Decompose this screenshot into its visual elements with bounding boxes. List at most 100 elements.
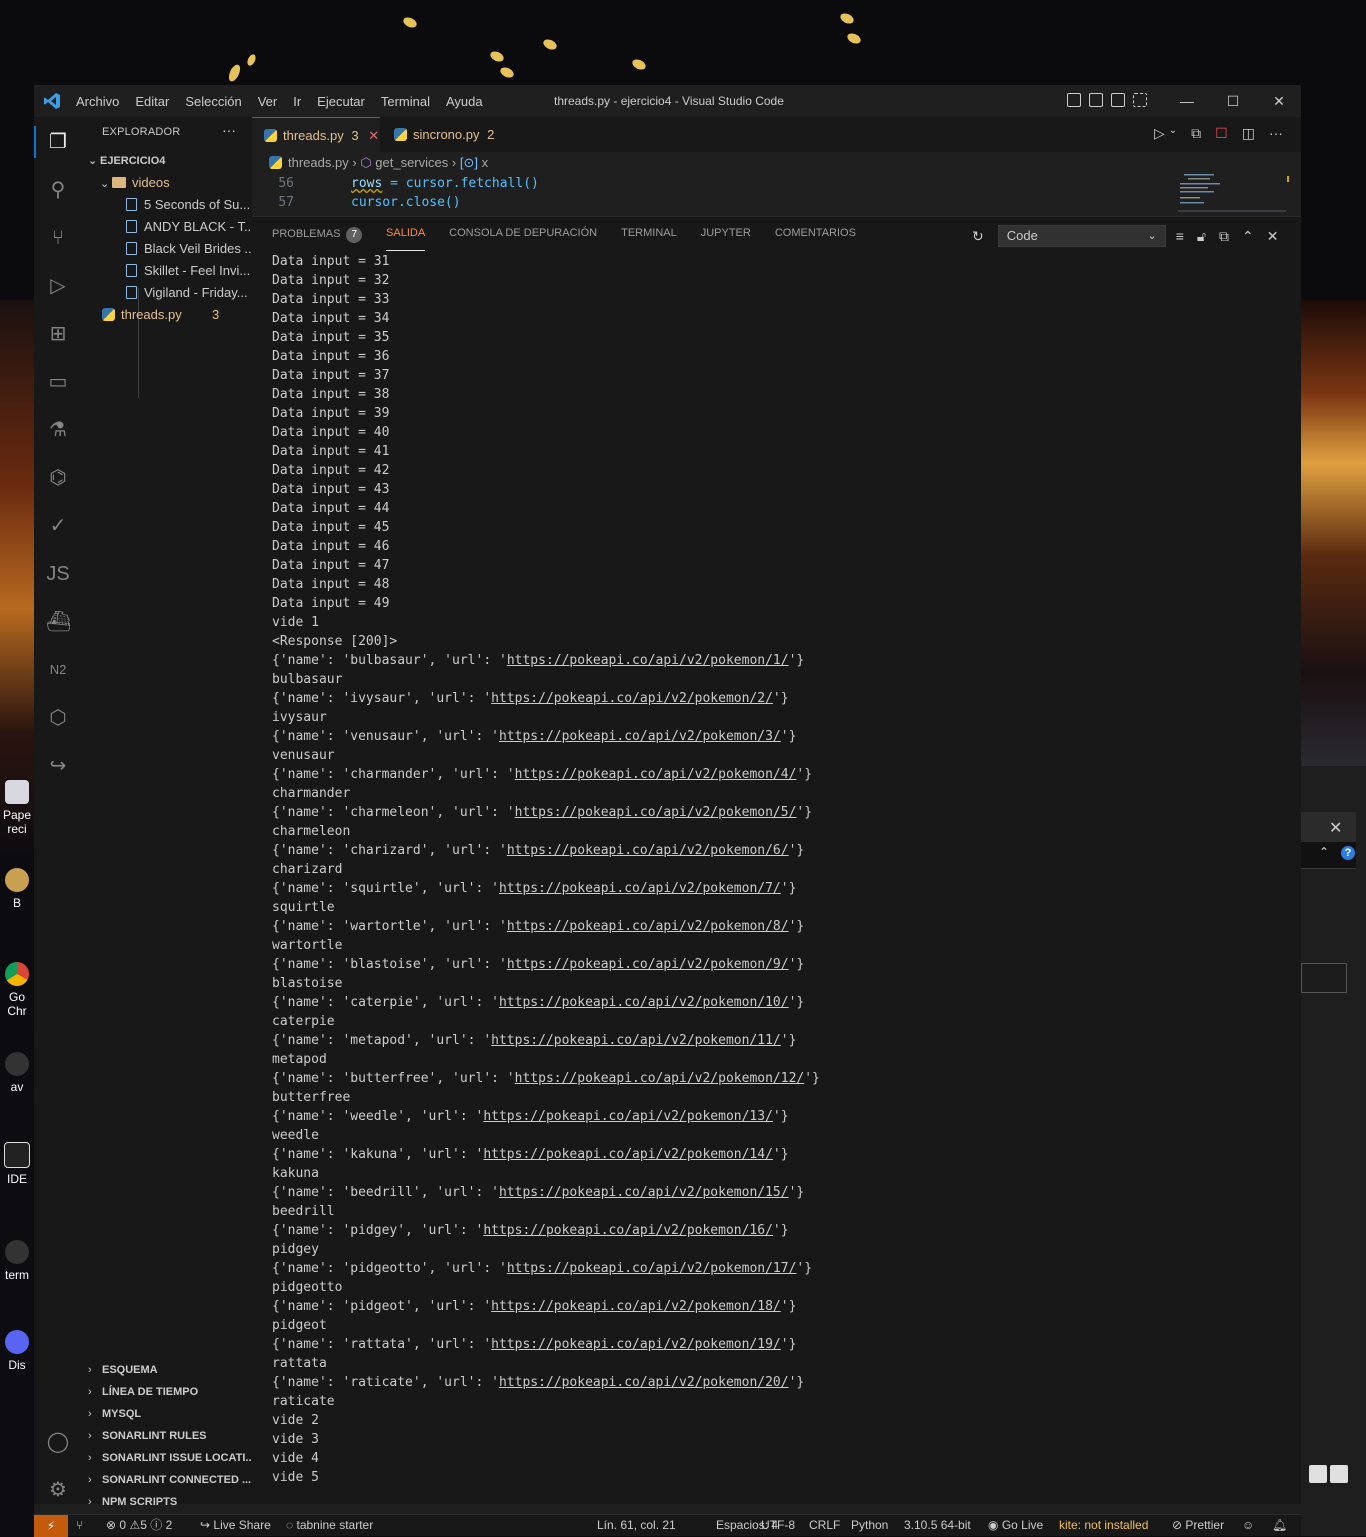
chevron-down-icon[interactable]: ⌄ (1169, 125, 1177, 142)
menu-ver[interactable]: Ver (258, 94, 278, 109)
menu-ir[interactable]: Ir (293, 94, 301, 109)
menu-ayuda[interactable]: Ayuda (446, 94, 483, 109)
menu-terminal[interactable]: Terminal (381, 94, 430, 109)
close-panel-icon[interactable]: ✕ (1267, 228, 1279, 245)
tab-output[interactable]: SALIDA (386, 227, 426, 251)
cursor-position[interactable]: Lín. 61, col. 21 (597, 1515, 676, 1536)
tab-jupyter[interactable]: JUPYTER (701, 227, 751, 251)
docker-icon[interactable]: ⛴ (46, 610, 71, 634)
output-link[interactable]: https://pokeapi.co/api/v2/pokemon/7/ (499, 881, 781, 896)
output-link[interactable]: https://pokeapi.co/api/v2/pokemon/8/ (507, 919, 789, 934)
section-sonarlint-connected[interactable]: › SONARLINT CONNECTED ... (82, 1469, 252, 1491)
tab-sincrono[interactable]: sincrono.py 2 (382, 117, 524, 152)
output-link[interactable]: https://pokeapi.co/api/v2/pokemon/19/ (491, 1337, 781, 1352)
open-changes-icon[interactable]: ⧉ (1191, 125, 1201, 142)
tab-terminal[interactable]: TERMINAL (621, 227, 677, 251)
source-control-icon[interactable]: ⑂ (46, 226, 70, 250)
code-line[interactable]: cursor.close() (351, 195, 461, 210)
feedback-icon[interactable]: ☺ (1242, 1515, 1254, 1536)
minimize-button[interactable]: — (1164, 85, 1210, 117)
run-icon[interactable]: ▷ (1154, 125, 1165, 142)
desktop-icon-ide[interactable]: IDE (2, 1142, 32, 1186)
accounts-icon[interactable]: ◯ (46, 1430, 70, 1454)
lock-scroll-icon[interactable]: 🔓︎ (1197, 228, 1206, 245)
output-link[interactable]: https://pokeapi.co/api/v2/pokemon/11/ (491, 1033, 781, 1048)
extensions-icon[interactable]: ⊞ (46, 322, 70, 346)
file-item-threads[interactable]: threads.py 3 (82, 304, 272, 326)
settings-gear-icon[interactable]: ⚙ (46, 1478, 70, 1502)
breadcrumb-file[interactable]: threads.py (288, 155, 349, 170)
workspace-root[interactable]: ⌄ EJERCICIO4 (82, 150, 258, 172)
output-link[interactable]: https://pokeapi.co/api/v2/pokemon/18/ (491, 1299, 781, 1314)
menu-seleccion[interactable]: Selección (185, 94, 241, 109)
background-input-field[interactable] (1301, 963, 1347, 993)
desktop-icon-discord[interactable]: Dis (2, 1330, 32, 1372)
tab-comments[interactable]: COMENTARIOS (775, 227, 856, 251)
toggle-primary-sidebar-icon[interactable] (1067, 93, 1081, 107)
maximize-panel-icon[interactable]: ⌃ (1242, 228, 1254, 245)
output-log[interactable]: Data input = 31 Data input = 32 Data input… (272, 252, 1292, 1500)
split-editor-icon[interactable]: ◫ (1242, 125, 1255, 142)
prettier-status[interactable]: ⊘ Prettier (1172, 1515, 1224, 1536)
output-link[interactable]: https://pokeapi.co/api/v2/pokemon/13/ (483, 1109, 773, 1124)
desktop-icon-recycle-bin[interactable]: Pape reci (2, 780, 32, 836)
n2-icon[interactable]: N2 (46, 658, 70, 682)
desktop-icon-terminal[interactable]: term (2, 1240, 32, 1282)
remote-explorer-icon[interactable]: ▭ (46, 370, 70, 394)
section-timeline[interactable]: › LÍNEA DE TIEMPO (82, 1381, 252, 1403)
desktop-icon-b[interactable]: B (2, 868, 32, 910)
menu-editar[interactable]: Editar (135, 94, 169, 109)
desktop-icon-av[interactable]: av (2, 1052, 32, 1094)
output-channel-select[interactable]: Code ⌄ (997, 225, 1166, 247)
tab-threads[interactable]: threads.py 3 ✕ (252, 117, 380, 152)
close-tab-icon[interactable]: ✕ (368, 128, 379, 143)
output-link[interactable]: https://pokeapi.co/api/v2/pokemon/1/ (507, 653, 789, 668)
breadcrumb-symbol[interactable]: get_services (375, 155, 448, 170)
go-live-button[interactable]: ◉ Go Live (988, 1515, 1043, 1536)
testing-icon[interactable]: ⚗ (46, 418, 70, 442)
encoding[interactable]: UTF-8 (761, 1515, 795, 1536)
desktop-icon-chrome[interactable]: Go Chr (2, 962, 32, 1018)
output-link[interactable]: https://pokeapi.co/api/v2/pokemon/6/ (507, 843, 789, 858)
output-link[interactable]: https://pokeapi.co/api/v2/pokemon/4/ (515, 767, 797, 782)
section-outline[interactable]: › ESQUEMA (82, 1359, 252, 1381)
tab-problems[interactable]: PROBLEMAS 7 (272, 227, 363, 251)
open-log-icon[interactable]: ⧉ (1219, 228, 1229, 245)
cube-icon[interactable]: ⬡ (46, 706, 70, 730)
window-button[interactable] (1309, 1465, 1327, 1483)
output-link[interactable]: https://pokeapi.co/api/v2/pokemon/12/ (515, 1071, 805, 1086)
output-link[interactable]: https://pokeapi.co/api/v2/pokemon/20/ (499, 1375, 789, 1390)
output-link[interactable]: https://pokeapi.co/api/v2/pokemon/14/ (483, 1147, 773, 1162)
output-link[interactable]: https://pokeapi.co/api/v2/pokemon/17/ (507, 1261, 797, 1276)
output-link[interactable]: https://pokeapi.co/api/v2/pokemon/15/ (499, 1185, 789, 1200)
output-link[interactable]: https://pokeapi.co/api/v2/pokemon/3/ (499, 729, 781, 744)
source-control-status-icon[interactable]: ⑂ (76, 1515, 83, 1536)
sonarlint-icon[interactable]: ✓ (46, 514, 70, 538)
close-window-button[interactable]: ✕ (1256, 85, 1302, 117)
section-sonarlint-issues[interactable]: › SONARLINT ISSUE LOCATI... (82, 1447, 252, 1469)
code-editor[interactable]: 56 rows = cursor.fetchall() 57 cursor.cl… (252, 174, 1301, 216)
folder-videos[interactable]: ⌄ videos (82, 172, 270, 194)
section-mysql[interactable]: › MYSQL (82, 1403, 252, 1425)
problems-status[interactable]: ⊗ 0 ⚠5 ⓘ 2 (106, 1515, 172, 1536)
code-line[interactable]: rows = cursor.fetchall() (351, 176, 539, 191)
more-actions-icon[interactable]: ··· (222, 122, 236, 138)
live-share-icon[interactable]: ↪ (46, 754, 70, 778)
live-share-status[interactable]: ↪ Live Share (200, 1515, 271, 1536)
section-npm-scripts[interactable]: › NPM SCRIPTS (82, 1491, 252, 1513)
chevron-up-icon[interactable]: ⌃ (1319, 845, 1329, 859)
remote-indicator[interactable]: ⚡ (34, 1515, 68, 1537)
kite-status[interactable]: kite: not installed (1059, 1515, 1148, 1536)
toggle-panel-icon[interactable] (1089, 93, 1103, 107)
clear-output-icon[interactable]: ≡ (1176, 228, 1184, 244)
end-of-line[interactable]: CRLF (809, 1515, 840, 1536)
output-link[interactable]: https://pokeapi.co/api/v2/pokemon/9/ (507, 957, 789, 972)
toggle-secondary-sidebar-icon[interactable] (1111, 93, 1125, 107)
menu-ejecutar[interactable]: Ejecutar (317, 94, 365, 109)
notifications-icon[interactable]: 🔔︎ (1272, 1515, 1287, 1536)
breadcrumb-variable[interactable]: x (482, 155, 489, 170)
help-icon[interactable]: ? (1341, 846, 1355, 860)
stop-icon[interactable]: ☐ (1215, 125, 1228, 142)
tab-debug-console[interactable]: CONSOLA DE DEPURACIÓN (449, 227, 597, 251)
tabnine-status[interactable]: ◌ tabnine starter (286, 1515, 373, 1536)
